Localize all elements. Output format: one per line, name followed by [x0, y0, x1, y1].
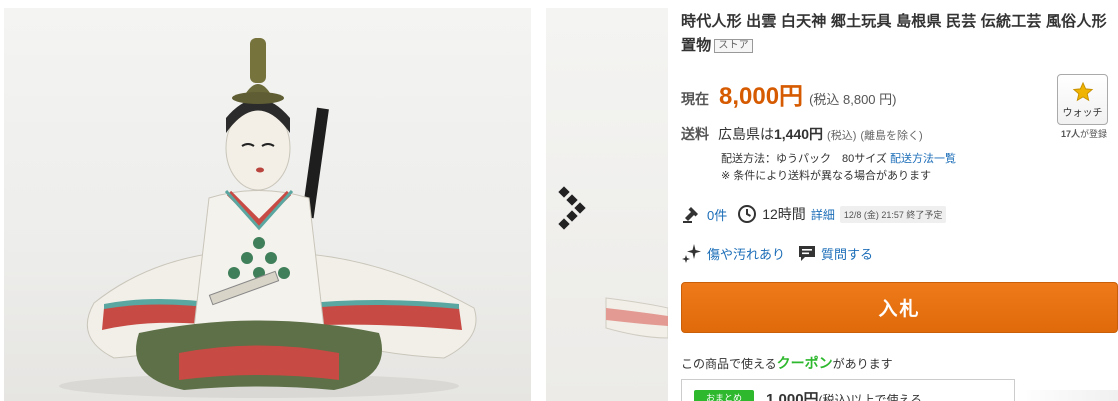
question-link[interactable]: 質問する: [821, 244, 873, 263]
sparkle-icon: [682, 244, 701, 263]
shipping-tax-note: (税込): [827, 130, 857, 142]
watch-count: 17人が登録: [1051, 127, 1117, 140]
clock-icon: [738, 205, 757, 223]
coupon-word: クーポン: [776, 355, 833, 371]
shipping-methods-link[interactable]: 配送方法一覧: [890, 153, 956, 165]
auction-status-row: 0件 12時間 詳細 12/8 (金) 21:57 終了予定: [681, 203, 947, 225]
shipping-body: 広島県は1,440円 (税込) (離島を除く): [718, 124, 923, 144]
bid-count[interactable]: 0件: [707, 205, 727, 224]
coupon-intro-prefix: この商品で使える: [681, 357, 777, 371]
shipping-detail: 配送方法：ゆうパック 80サイズ 配送方法一覧 ※ 条件により送料が異なる場合が…: [721, 151, 956, 185]
coupon-text: 1,000円(税込)以上で使える: [766, 388, 922, 401]
doll-illustration: [59, 38, 477, 398]
coupon-amount: 1,000円: [766, 391, 819, 401]
item-title: 時代人形 出雲 白天神 郷土玩具 島根県 民芸 伝統工芸 風俗人形 置物 ストア: [681, 10, 1111, 58]
gavel-icon: [683, 207, 698, 223]
shipping-island-note: (離島を除く): [860, 130, 923, 142]
current-price: 8,000円: [719, 83, 804, 110]
watch-count-suffix: が登録: [1080, 129, 1108, 139]
price-tax-note: (税込 8,800 円): [809, 92, 897, 107]
time-detail-link[interactable]: 詳細: [811, 206, 835, 223]
price-row: 現在 8,000円 (税込 8,800 円): [681, 76, 897, 110]
coupon-tag: おまとめ: [694, 390, 754, 401]
shipping-label: 送料: [681, 126, 709, 142]
watch-label: ウォッチ: [1062, 107, 1103, 119]
condition-link[interactable]: 傷や汚れあり: [707, 244, 785, 263]
shipping-condition-note: ※ 条件により送料が異なる場合があります: [721, 170, 932, 182]
scroll-fade: [1015, 390, 1118, 401]
shipping-row: 送料 広島県は1,440円 (税込) (離島を除く): [681, 124, 923, 144]
coupon-intro-suffix: があります: [832, 357, 893, 371]
shipping-fee: 1,440円: [774, 126, 824, 142]
coupon-condition: (税込)以上で使える: [818, 393, 923, 401]
bid-button[interactable]: 入札: [681, 282, 1118, 333]
main-product-photo[interactable]: [4, 8, 531, 401]
end-date: 12/8 (金) 21:57 終了予定: [839, 205, 947, 223]
watch-count-number: 17人: [1060, 129, 1080, 139]
question-button[interactable]: 質問する: [797, 243, 873, 263]
item-info-panel: 時代人形 出雲 白天神 郷土玩具 島根県 民芸 伝統工芸 風俗人形 置物 ストア …: [681, 0, 1118, 401]
chat-bubble-icon: [799, 246, 816, 261]
coupon-intro: この商品で使えるクーポンがあります: [681, 353, 893, 373]
shipping-method: 配送方法：ゆうパック 80サイズ: [721, 153, 887, 165]
time-left: 12時間: [762, 206, 806, 222]
star-icon: [1072, 81, 1093, 101]
shipping-region: 広島県は: [718, 126, 774, 142]
price-label: 現在: [681, 91, 709, 107]
image-gallery: [0, 0, 668, 401]
condition-row: 傷や汚れあり 質問する: [681, 241, 873, 265]
shipping-method-line: 配送方法：ゆうパック 80サイズ 配送方法一覧: [721, 151, 956, 168]
coupon-card[interactable]: おまとめ 1,000円(税込)以上で使える: [681, 379, 1015, 401]
next-chevron-icon[interactable]: [556, 184, 596, 230]
watch-button[interactable]: ウォッチ: [1057, 74, 1108, 125]
store-badge: ストア: [714, 39, 754, 53]
